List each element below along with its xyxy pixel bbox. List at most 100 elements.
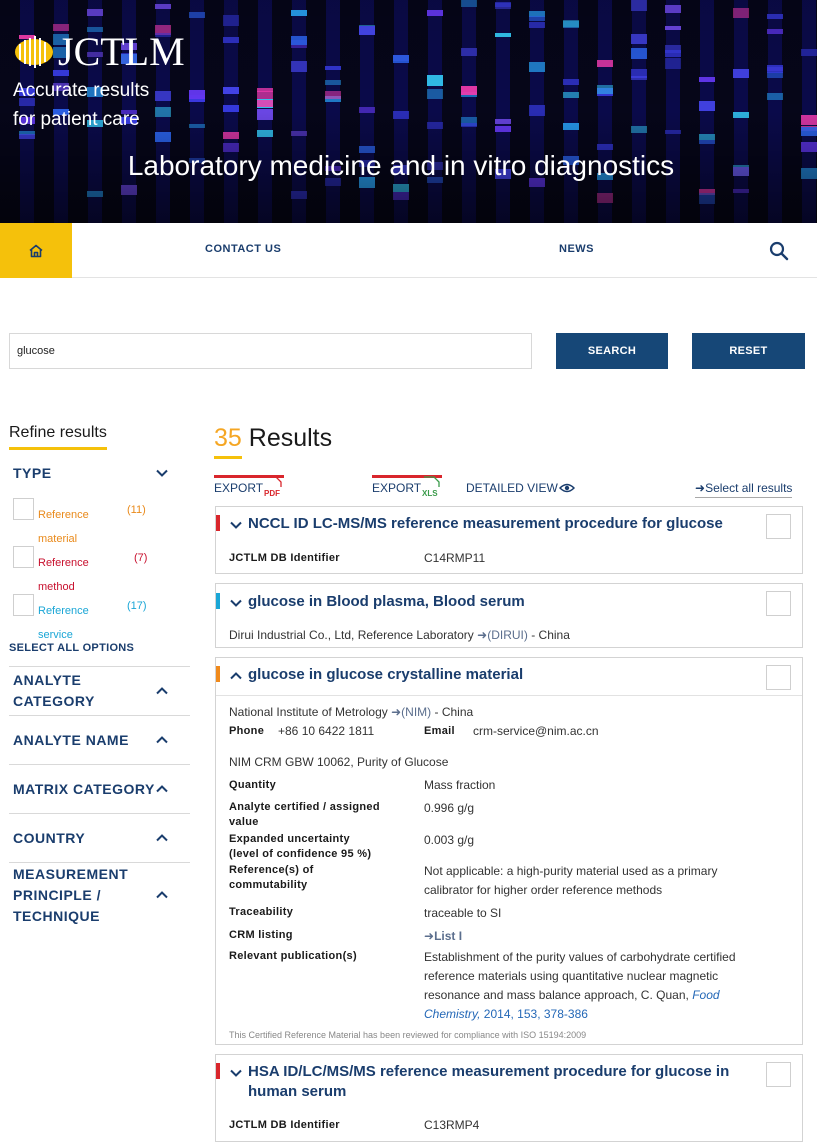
export-xls-button[interactable]: EXPORT XLS xyxy=(372,475,442,498)
result-checkbox[interactable] xyxy=(766,514,791,539)
chevron-down-icon[interactable] xyxy=(229,598,243,608)
search-icon[interactable] xyxy=(768,240,790,262)
search-button[interactable]: SEARCH xyxy=(556,333,668,369)
result-card-expanded: glucose in glucose crystalline material … xyxy=(215,657,803,1045)
pdf-badge: PDF xyxy=(264,489,280,498)
nav-news[interactable]: NEWS xyxy=(559,243,594,255)
facet-measurement-principle-header[interactable]: MEASUREMENT PRINCIPLE / TECHNIQUE xyxy=(13,864,143,927)
type-option-count: (7) xyxy=(134,552,148,564)
result-title[interactable]: glucose in Blood plasma, Blood serum xyxy=(248,592,525,612)
traceability-label: Traceability xyxy=(229,906,294,918)
results-heading: 35 Results xyxy=(214,424,333,459)
chevron-up-icon[interactable] xyxy=(155,735,169,745)
type-option-count: (17) xyxy=(127,600,147,612)
home-icon xyxy=(29,244,43,257)
detailed-view-label: DETAILED VIEW xyxy=(466,481,558,495)
chevron-down-icon[interactable] xyxy=(155,468,169,478)
facet-type-header[interactable]: TYPE xyxy=(13,463,173,484)
facet-matrix-category-header[interactable]: MATRIX CATEGORY xyxy=(13,779,173,800)
logo-mark-icon xyxy=(15,36,53,68)
results-label: Results xyxy=(248,424,333,452)
uncertainty-label: Expanded uncertainty (level of confidenc… xyxy=(229,833,372,860)
xls-badge: XLS xyxy=(422,489,438,498)
laboratory-info: Dirui Industrial Co., Ltd, Reference Lab… xyxy=(229,626,570,645)
arrow-right-icon: ➜ xyxy=(695,481,706,495)
laboratory-country: - China xyxy=(531,628,570,642)
nav-contact-us[interactable]: CONTACT US xyxy=(205,243,281,255)
result-card: HSA ID/LC/MS/MS reference measurement pr… xyxy=(215,1054,803,1142)
chevron-up-icon[interactable] xyxy=(229,671,243,681)
type-option-label: Reference method xyxy=(38,557,89,593)
checkbox[interactable] xyxy=(13,498,34,520)
eye-icon xyxy=(558,483,575,493)
detailed-view-toggle[interactable]: DETAILED VIEW xyxy=(466,481,575,495)
xls-file-icon: XLS xyxy=(422,476,440,498)
result-checkbox[interactable] xyxy=(766,591,791,616)
journal-link[interactable]: Chemistry, xyxy=(424,1007,480,1021)
type-option-label: Reference material xyxy=(38,509,89,545)
result-title[interactable]: NCCL ID LC-MS/MS reference measurement p… xyxy=(248,514,723,534)
uncertainty-value: 0.003 g/g xyxy=(424,833,475,847)
type-option-count: (11) xyxy=(127,504,146,516)
result-title[interactable]: glucose in glucose crystalline material xyxy=(248,665,523,685)
db-identifier-label: JCTLM DB Identifier xyxy=(229,552,340,564)
refine-results-title: Refine results xyxy=(9,424,107,450)
commutability-label: Reference(s) of commutability xyxy=(229,864,314,891)
quantity-label: Quantity xyxy=(229,779,277,791)
type-color-bar xyxy=(216,666,220,682)
chevron-down-icon[interactable] xyxy=(229,520,243,530)
assigned-value-label: Analyte certified / assigned value xyxy=(229,801,380,828)
crm-listing-label: CRM listing xyxy=(229,929,293,941)
email-value[interactable]: crm-service@nim.ac.cn xyxy=(473,722,599,741)
result-title[interactable]: HSA ID/LC/MS/MS reference measurement pr… xyxy=(248,1062,748,1102)
result-checkbox[interactable] xyxy=(766,1062,791,1087)
institute-country: - China xyxy=(434,705,474,719)
db-identifier-value: C13RMP4 xyxy=(424,1118,480,1132)
main-navbar: CONTACT US NEWS xyxy=(0,223,817,278)
assigned-value: 0.996 g/g xyxy=(424,801,475,815)
chevron-up-icon[interactable] xyxy=(155,784,169,794)
facet-analyte-category-header[interactable]: ANALYTE CATEGORY xyxy=(13,670,133,712)
hero-banner: JCTLM Accurate results for patient care … xyxy=(0,0,817,223)
select-all-options-link[interactable]: SELECT ALL OPTIONS xyxy=(9,642,134,654)
db-identifier-value: C14RMP11 xyxy=(424,551,486,565)
facet-analyte-name-header[interactable]: ANALYTE NAME xyxy=(13,730,173,751)
search-input[interactable] xyxy=(9,333,532,369)
publication-volume[interactable]: 153, xyxy=(517,1007,540,1021)
export-pdf-button[interactable]: EXPORT PDF xyxy=(214,475,284,498)
type-color-bar xyxy=(216,593,220,609)
logo-text: JCTLM xyxy=(58,29,185,74)
export-xls-label: EXPORT xyxy=(372,481,422,495)
home-button[interactable] xyxy=(0,223,72,278)
tagline-line-2: for patient care xyxy=(13,109,140,130)
facet-country-header[interactable]: COUNTRY xyxy=(13,828,173,849)
institute-code-link[interactable]: ➜(NIM) xyxy=(391,705,431,719)
checkbox[interactable] xyxy=(13,594,34,616)
material-name: NIM CRM GBW 10062, Purity of Glucose xyxy=(229,755,449,769)
select-all-results-link[interactable]: ➜Select all results xyxy=(695,481,793,498)
laboratory-name: Dirui Industrial Co., Ltd, Reference Lab… xyxy=(229,628,474,642)
chevron-down-icon[interactable] xyxy=(229,1068,243,1078)
laboratory-code-link[interactable]: ➜(DIRUI) xyxy=(477,628,528,642)
hero-title: Laboratory medicine and in vitro diagnos… xyxy=(127,150,675,181)
jctlm-logo[interactable]: JCTLM xyxy=(12,30,185,74)
tagline-line-1: Accurate results xyxy=(13,80,150,101)
email-label: Email xyxy=(424,725,455,737)
publication-pages[interactable]: 378-386 xyxy=(544,1007,588,1021)
chevron-up-icon[interactable] xyxy=(155,833,169,843)
result-card: glucose in Blood plasma, Blood serum Dir… xyxy=(215,583,803,648)
reset-button[interactable]: RESET xyxy=(692,333,805,369)
chevron-up-icon[interactable] xyxy=(155,686,169,696)
publication-year[interactable]: 2014, xyxy=(484,1007,514,1021)
crm-listing-link[interactable]: ➜List I xyxy=(424,927,462,946)
result-checkbox[interactable] xyxy=(766,665,791,690)
type-color-bar xyxy=(216,1063,220,1079)
commutability-value: Not applicable: a high-purity material u… xyxy=(424,864,718,897)
chevron-up-icon[interactable] xyxy=(155,890,169,900)
journal-link[interactable]: Food xyxy=(692,988,719,1002)
export-pdf-label: EXPORT xyxy=(214,481,264,495)
results-count: 35 xyxy=(214,424,242,459)
checkbox[interactable] xyxy=(13,546,34,568)
institute-name: National Institute of Metrology xyxy=(229,705,388,719)
type-color-bar xyxy=(216,515,220,531)
